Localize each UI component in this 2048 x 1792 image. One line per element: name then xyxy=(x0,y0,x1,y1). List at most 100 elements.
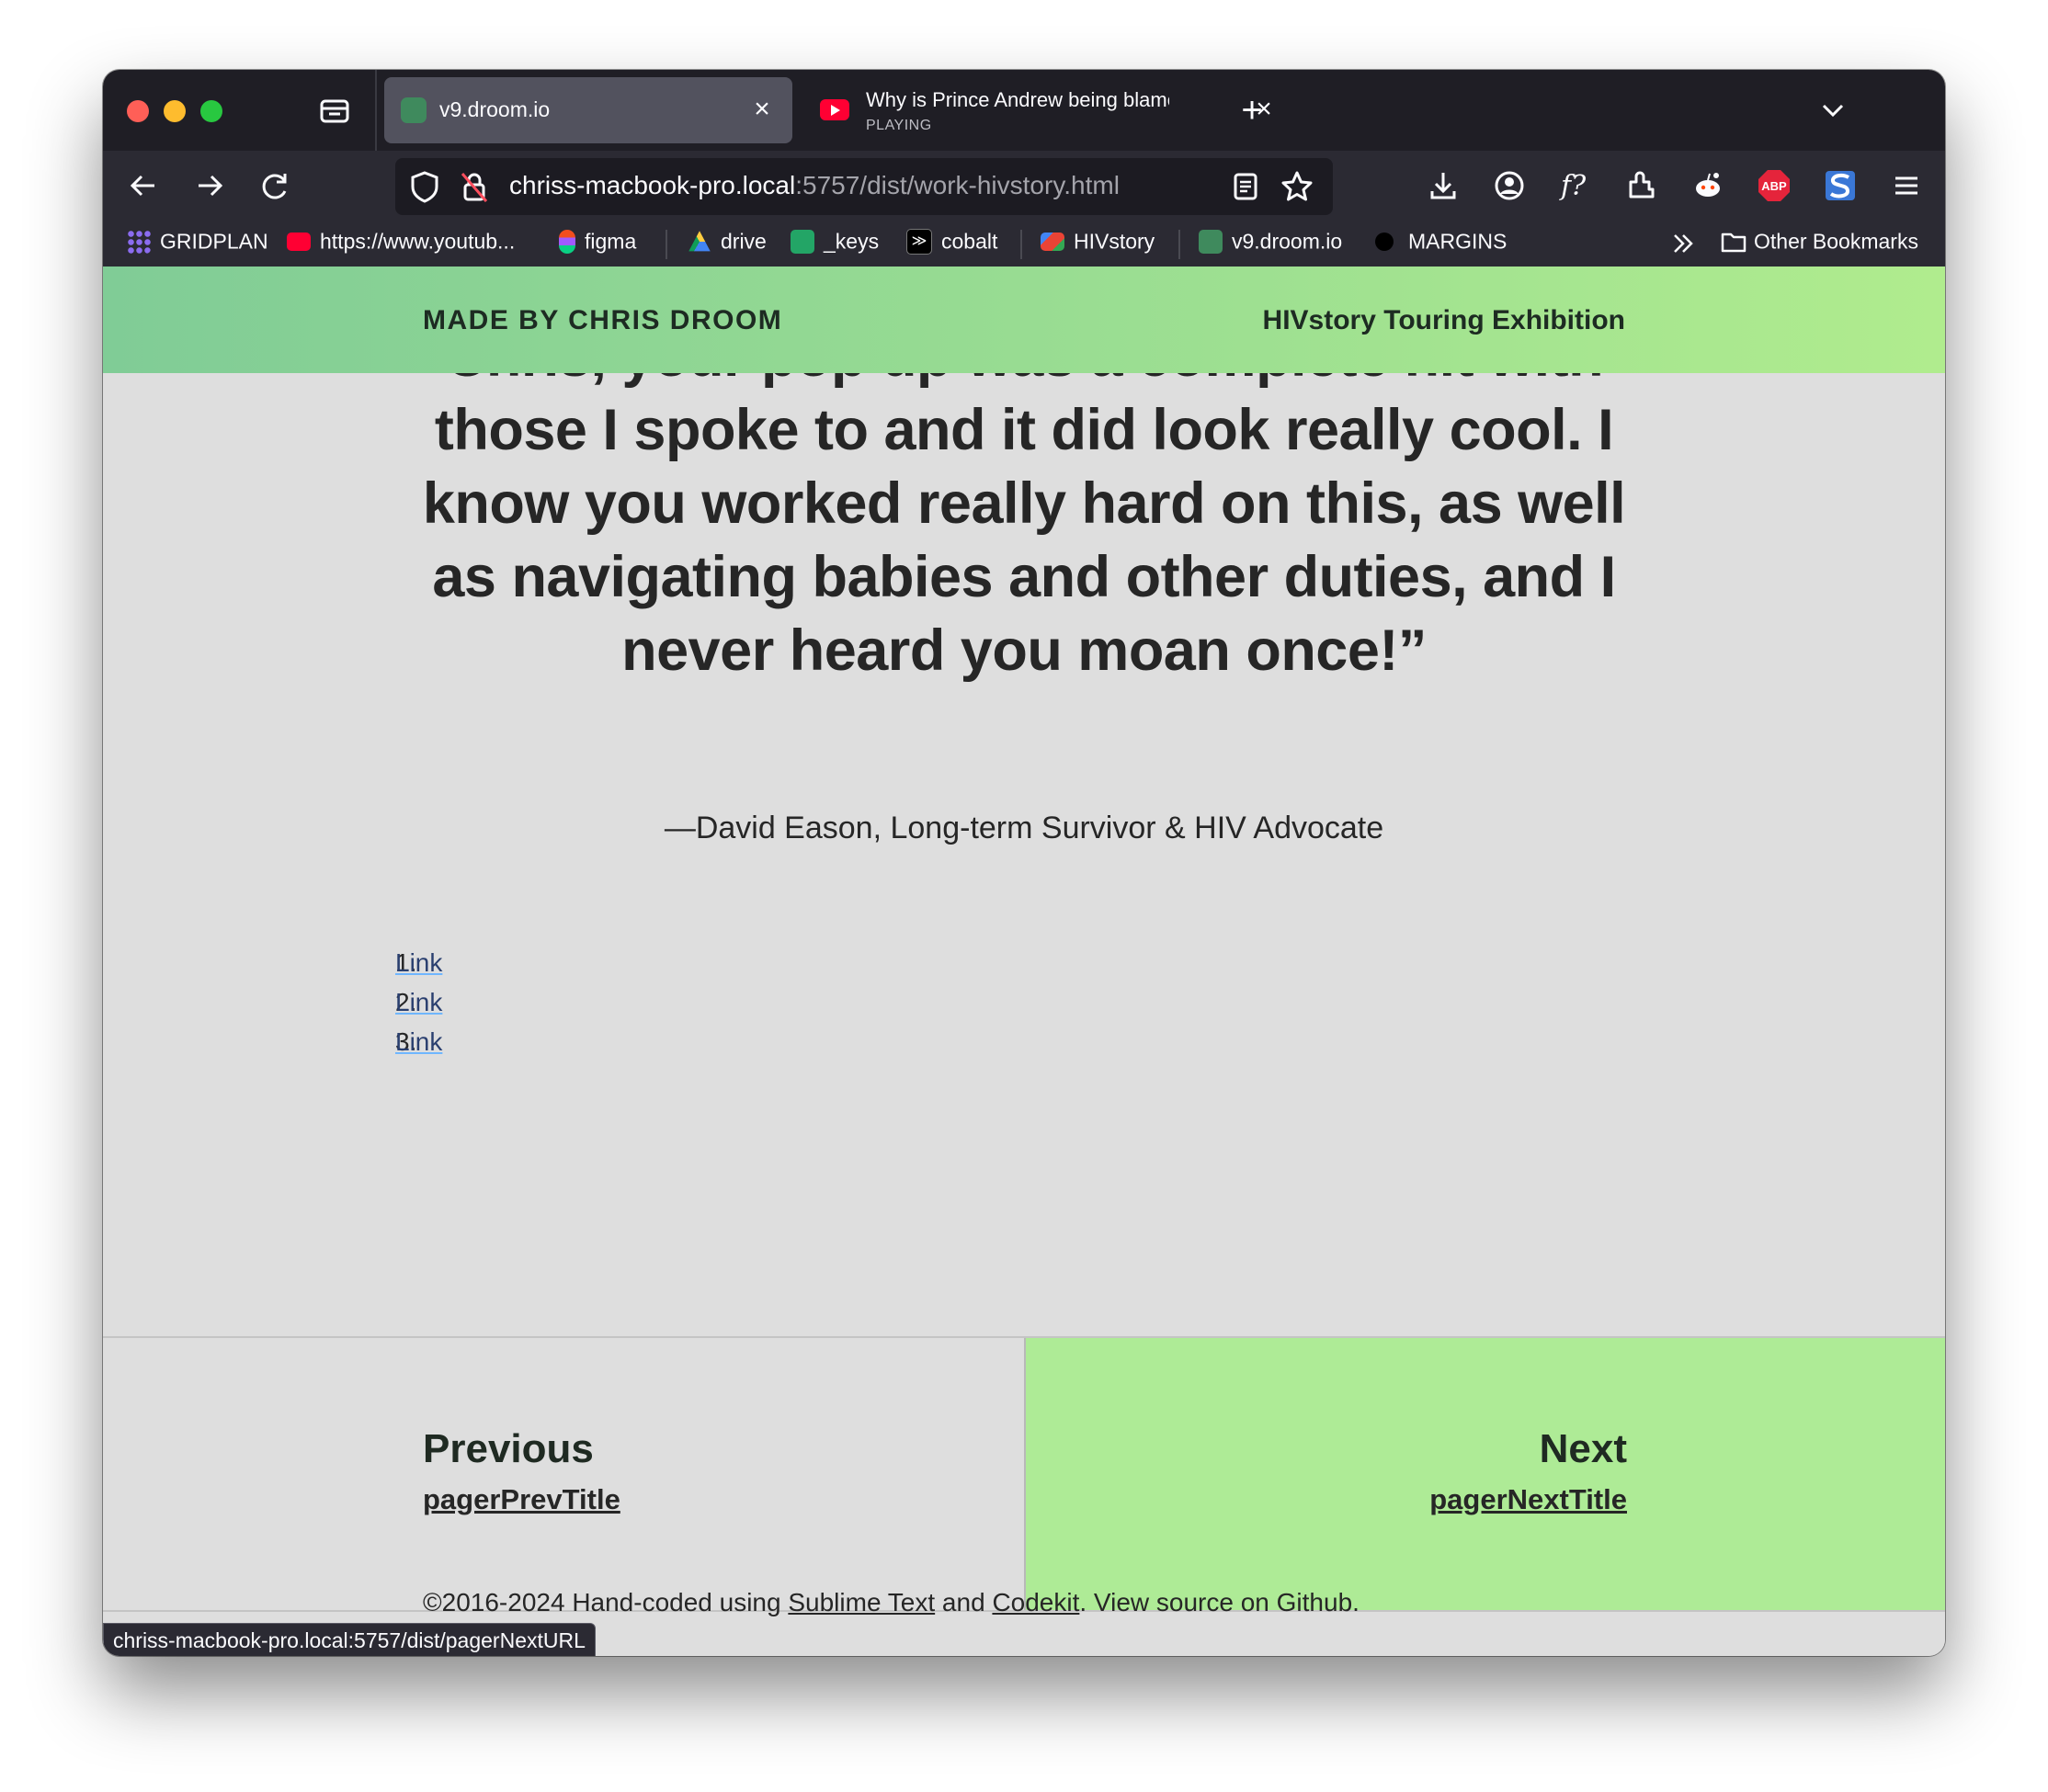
site-icon xyxy=(1199,229,1223,254)
account-icon[interactable] xyxy=(1487,164,1531,208)
bookmark-star-icon[interactable] xyxy=(1280,169,1314,209)
bookmark-hivstory[interactable]: HIVstory xyxy=(1041,228,1155,259)
close-window-button[interactable] xyxy=(127,100,149,122)
forward-arrow-icon[interactable] xyxy=(188,164,232,208)
pager-previous-heading: Previous xyxy=(423,1426,594,1471)
bookmark-separator xyxy=(666,230,667,259)
bookmark-label: v9.droom.io xyxy=(1232,229,1343,254)
bookmark-separator xyxy=(1178,230,1180,259)
site-header: MADE BY CHRIS DROOM HIVstory Touring Exh… xyxy=(103,267,1945,373)
sublime-text-link[interactable]: Sublime Text xyxy=(788,1588,935,1616)
bookmark-label: figma xyxy=(585,229,637,254)
tab-active[interactable]: v9.droom.io × xyxy=(384,77,792,143)
pager-next[interactable]: Next pagerNextTitle xyxy=(1024,1338,1945,1610)
folder-icon xyxy=(1721,230,1746,254)
bookmark-figma[interactable]: figma xyxy=(559,228,636,259)
sheets-icon xyxy=(791,229,814,254)
tab-title: v9.droom.io xyxy=(439,97,551,121)
url-path: :5757/dist/work-hivstory.html xyxy=(795,171,1120,199)
tab-separator xyxy=(375,70,377,151)
tab-title: Why is Prince Andrew being blamed xyxy=(866,88,1169,111)
navigation-toolbar: chriss-macbook-pro.local:5757/dist/work-… xyxy=(103,151,1945,221)
list-item: 3.Link xyxy=(395,1027,443,1056)
svg-text:f?: f? xyxy=(1559,170,1587,202)
browser-window: v9.droom.io × Why is Prince Andrew being… xyxy=(103,70,1945,1656)
cobalt-icon: ≫ xyxy=(906,228,932,255)
bookmarks-toolbar: GRIDPLAN https://www.youtub... figma dri… xyxy=(103,221,1945,267)
list-item: 2.Link xyxy=(395,988,443,1016)
pager-next-heading: Next xyxy=(1539,1426,1627,1471)
abp-label: ABP xyxy=(1761,179,1787,193)
tab-youtube[interactable]: Why is Prince Andrew being blamed PLAYIN… xyxy=(803,77,1289,143)
new-tab-icon[interactable]: + xyxy=(1230,88,1274,132)
bookmark-separator xyxy=(1020,230,1022,259)
tab-strip: v9.droom.io × Why is Prince Andrew being… xyxy=(103,70,1945,151)
shield-icon[interactable] xyxy=(408,169,441,209)
close-tab-icon[interactable]: × xyxy=(748,96,776,123)
site-brand-link[interactable]: MADE BY CHRIS DROOM xyxy=(423,305,782,336)
bookmark-cobalt[interactable]: ≫ cobalt xyxy=(906,228,997,259)
downloads-icon[interactable] xyxy=(1421,164,1465,208)
minimize-window-button[interactable] xyxy=(164,100,186,122)
simplenote-icon[interactable] xyxy=(1818,164,1862,208)
testimonial-quote: Chris, your pop up was a complete hit wi… xyxy=(379,320,1669,687)
footer-text: . View source on Github. xyxy=(1079,1588,1360,1616)
adblock-plus-icon[interactable]: ABP xyxy=(1752,164,1796,208)
codekit-link[interactable]: Codekit xyxy=(992,1588,1079,1616)
bookmark-drive[interactable]: drive xyxy=(688,228,767,259)
bookmark-label: HIVstory xyxy=(1074,229,1155,254)
back-arrow-icon[interactable] xyxy=(121,164,165,208)
bookmark-youtube[interactable]: https://www.youtub... xyxy=(287,228,515,259)
bookmark-label: _keys xyxy=(824,229,880,254)
web-page: MADE BY CHRIS DROOM HIVstory Touring Exh… xyxy=(103,267,1945,1656)
bookmark-label: https://www.youtub... xyxy=(320,229,516,254)
other-bookmarks[interactable]: Other Bookmarks xyxy=(1721,228,1918,259)
more-bookmarks-icon[interactable] xyxy=(1667,228,1699,259)
list-link[interactable]: Link xyxy=(395,1027,442,1056)
link-list: 1.Link 2.Link 3.Link xyxy=(395,948,470,1067)
extensions-icon[interactable] xyxy=(1620,164,1664,208)
link-status-bar: chriss-macbook-pro.local:5757/dist/pager… xyxy=(103,1623,596,1656)
footer-text: ©2016-2024 Hand-coded using xyxy=(423,1588,789,1616)
pager: Previous pagerPrevTitle Next pagerNextTi… xyxy=(103,1336,1945,1612)
drive-icon xyxy=(688,231,711,252)
list-link[interactable]: Link xyxy=(395,988,442,1016)
pager-next-title-link[interactable]: pagerNextTitle xyxy=(1429,1483,1627,1516)
quote-line: know you worked really hard on this, as … xyxy=(422,471,1626,536)
footer-text: and xyxy=(935,1588,993,1616)
site-footer: ©2016-2024 Hand-coded using Sublime Text… xyxy=(423,1588,1360,1617)
reddit-icon[interactable] xyxy=(1686,164,1730,208)
gmail-icon xyxy=(1041,232,1064,251)
list-item: 1.Link xyxy=(395,948,443,977)
insecure-lock-icon[interactable] xyxy=(458,169,491,209)
pager-previous-title-link[interactable]: pagerPrevTitle xyxy=(423,1483,620,1516)
list-link[interactable]: Link xyxy=(395,948,442,977)
menu-hamburger-icon[interactable] xyxy=(1884,164,1929,208)
project-title: HIVstory Touring Exhibition xyxy=(1262,305,1625,335)
grid-icon xyxy=(127,229,151,254)
quote-line: as navigating babies and other duties, a… xyxy=(432,545,1616,609)
bookmark-gridplan[interactable]: GRIDPLAN xyxy=(127,228,268,259)
quote-attribution: —David Eason, Long-term Survivor & HIV A… xyxy=(664,811,1384,845)
bookmark-label: drive xyxy=(721,229,767,254)
quote-line: never heard you moan once!” xyxy=(621,618,1427,683)
figma-icon xyxy=(559,229,575,254)
site-favicon-icon xyxy=(401,97,427,123)
pager-previous[interactable]: Previous pagerPrevTitle xyxy=(103,1338,1022,1610)
bookmark-margins[interactable]: MARGINS xyxy=(1375,228,1507,259)
url-host: chriss-macbook-pro.local xyxy=(509,171,796,199)
reload-icon[interactable] xyxy=(254,164,298,208)
bookmark-v9[interactable]: v9.droom.io xyxy=(1199,228,1342,259)
font-finder-icon[interactable]: f? xyxy=(1553,164,1598,208)
reader-view-icon[interactable] xyxy=(1230,171,1261,207)
bookmark-label: GRIDPLAN xyxy=(160,229,268,254)
youtube-icon xyxy=(287,232,311,251)
dot-icon xyxy=(1375,232,1394,251)
url-text[interactable]: chriss-macbook-pro.local:5757/dist/work-… xyxy=(509,171,1120,200)
firefox-view-icon[interactable] xyxy=(316,92,353,129)
chevron-down-icon[interactable] xyxy=(1815,92,1851,129)
url-bar[interactable]: chriss-macbook-pro.local:5757/dist/work-… xyxy=(395,158,1333,215)
bookmark-label: cobalt xyxy=(941,229,998,254)
zoom-window-button[interactable] xyxy=(200,100,222,122)
bookmark-keys[interactable]: _keys xyxy=(791,228,879,259)
